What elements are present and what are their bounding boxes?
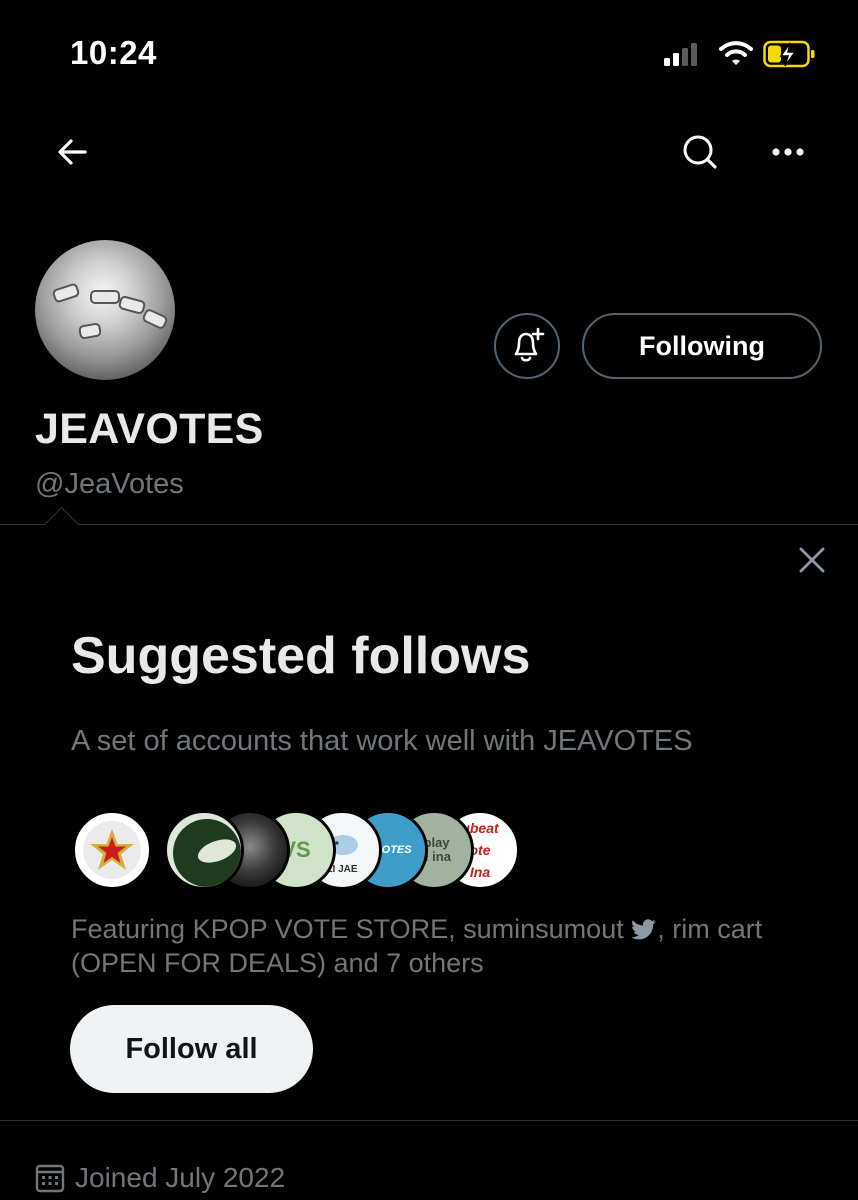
bird-icon — [631, 919, 657, 940]
profile-name: JEAVOTES — [35, 405, 264, 453]
avatar[interactable] — [35, 240, 175, 380]
signal-icon — [664, 42, 702, 66]
suggested-avatar[interactable] — [72, 810, 152, 890]
featuring-text: Featuring KPOP VOTE STORE, suminsumout ,… — [71, 914, 763, 978]
suggested-facepile[interactable]: ubeat ote Ina rplay te ina P VOTES LI JA… — [72, 810, 520, 892]
wifi-icon — [719, 38, 753, 68]
profile-handle: @JeaVotes — [35, 468, 184, 500]
bell-plus-icon — [514, 327, 545, 362]
joined-date: Joined July 2022 — [35, 1162, 285, 1194]
notify-button[interactable] — [494, 313, 560, 379]
battery-icon — [763, 40, 817, 68]
divider — [0, 1120, 858, 1121]
suggested-subtitle: A set of accounts that work well with JE… — [71, 725, 693, 757]
calendar-icon — [35, 1164, 65, 1193]
divider — [0, 524, 858, 525]
follow-all-button[interactable]: Follow all — [70, 1005, 313, 1093]
back-arrow-icon[interactable] — [48, 128, 96, 176]
following-button[interactable]: Following — [582, 313, 822, 379]
status-time: 10:24 — [70, 34, 157, 71]
search-icon[interactable] — [676, 128, 724, 176]
suggested-title: Suggested follows — [71, 627, 531, 685]
more-icon[interactable] — [764, 128, 812, 176]
close-icon[interactable] — [788, 536, 836, 584]
callout-caret — [43, 506, 80, 543]
suggested-avatar[interactable] — [164, 810, 244, 890]
